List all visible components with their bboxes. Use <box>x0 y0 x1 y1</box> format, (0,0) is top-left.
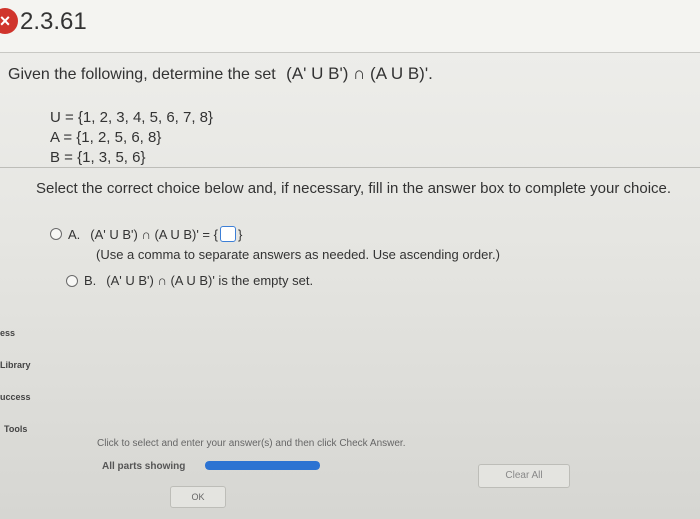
set-b: B = {1, 3, 5, 6} <box>50 149 146 166</box>
question-prompt: Given the following, determine the set (… <box>8 64 433 84</box>
parts-showing-label: All parts showing <box>102 461 186 472</box>
sidebar-item-library[interactable]: Library <box>0 360 31 370</box>
choice-a-text: (A' U B') ∩ (A U B)' = { <box>90 226 218 242</box>
choice-a-closing-brace: } <box>237 226 243 242</box>
choice-a[interactable]: A. (A' U B') ∩ (A U B)' = { } <box>50 226 242 242</box>
instruction-text: Select the correct choice below and, if … <box>36 180 672 197</box>
choice-b-text: (A' U B') ∩ (A U B)' is the empty set. <box>106 273 314 288</box>
choice-b-letter: B. <box>84 273 97 288</box>
choice-a-hint: (Use a comma to separate answers as need… <box>96 247 500 262</box>
problem-number: 2.3.61 <box>20 8 87 35</box>
question-expression: (A' U B') ∩ (A U B)'. <box>286 64 433 83</box>
answer-input-box[interactable] <box>219 226 236 242</box>
divider <box>0 167 700 168</box>
choice-b-radio[interactable] <box>66 274 78 287</box>
choice-b[interactable]: B. (A' U B') ∩ (A U B)' is the empty set… <box>66 273 313 288</box>
sidebar-item-access[interactable]: ess <box>0 328 15 338</box>
sidebar-item-success[interactable]: uccess <box>0 392 31 402</box>
homework-screen: × 2.3.61 Given the following, determine … <box>0 0 700 519</box>
parts-progress-bar <box>205 461 320 470</box>
sidebar-item-tools[interactable]: Tools <box>4 424 27 434</box>
set-definitions: U = {1, 2, 3, 4, 5, 6, 7, 8} A = {1, 2, … <box>50 108 213 168</box>
question-prompt-text: Given the following, determine the set <box>8 66 276 83</box>
clear-all-button[interactable]: Clear All <box>478 464 570 488</box>
footer-instruction: Click to select and enter your answer(s)… <box>97 438 406 449</box>
parts-progress-fill <box>205 461 320 470</box>
problem-header: × 2.3.61 <box>0 0 700 53</box>
choice-a-letter: A. <box>68 226 81 242</box>
set-a: A = {1, 2, 5, 6, 8} <box>50 129 162 146</box>
ok-button[interactable]: OK <box>170 486 226 508</box>
incorrect-x-icon: × <box>0 8 18 34</box>
choice-a-radio[interactable] <box>50 228 62 240</box>
set-u: U = {1, 2, 3, 4, 5, 6, 7, 8} <box>50 109 214 126</box>
